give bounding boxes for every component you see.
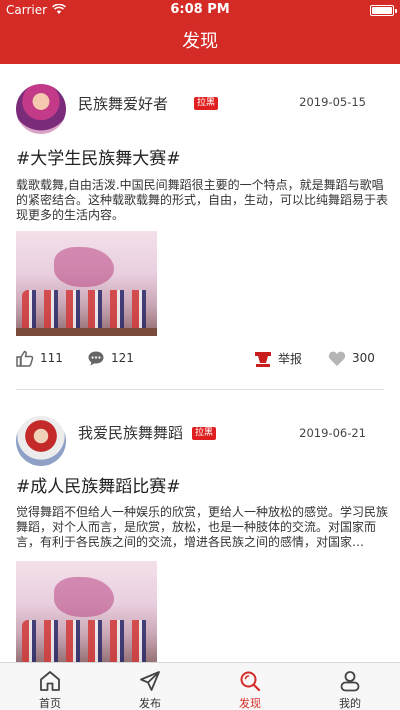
status-time: 6:08 PM: [170, 2, 230, 17]
tab-publish-label: 发布: [139, 697, 161, 710]
search-icon: [240, 671, 261, 692]
photo-backdrop: [54, 577, 114, 617]
tab-mine-label: 我的: [339, 697, 361, 710]
tab-mine[interactable]: 我的: [300, 663, 400, 710]
photo-stage: [16, 328, 157, 336]
report-icon: [255, 352, 271, 367]
comment-button[interactable]: 121: [87, 350, 134, 367]
home-icon: [40, 671, 60, 691]
tab-home[interactable]: 首页: [0, 663, 100, 710]
photo-dancers: [22, 620, 152, 662]
avatar[interactable]: [16, 416, 66, 466]
photo-backdrop: [54, 247, 114, 287]
post-photo[interactable]: [16, 561, 157, 662]
post-body: 觉得舞蹈不但给人一种娱乐的欣赏，更给人一种放松的感觉。学习民族舞蹈，对个人而言，…: [16, 505, 388, 549]
post-photo[interactable]: [16, 231, 157, 336]
post-actions: 111 121 举报 300: [0, 346, 400, 376]
post-date: 2019-06-21: [299, 426, 366, 440]
like-button[interactable]: 111: [16, 350, 63, 367]
like-count: 111: [40, 351, 63, 365]
thumbs-up-icon: [16, 350, 34, 367]
favorite-button[interactable]: 300: [328, 350, 375, 367]
heart-icon: [328, 351, 346, 366]
comment-count: 121: [111, 351, 134, 365]
comment-icon: [88, 351, 104, 366]
discover-feed[interactable]: 民族舞爱好者 拉黑 2019-05-15 #大学生民族舞大赛# 载歌载舞,自由活…: [0, 64, 400, 662]
tab-publish[interactable]: 发布: [100, 663, 200, 710]
tab-discover[interactable]: 发现: [200, 663, 300, 710]
favorite-count: 300: [352, 351, 375, 365]
post-topic[interactable]: #大学生民族舞大赛#: [16, 144, 181, 169]
tab-home-label: 首页: [39, 697, 61, 710]
bottom-tab-bar: 首页 发布 发现 我的: [0, 662, 400, 710]
post-username[interactable]: 民族舞爱好者: [78, 93, 168, 114]
post-topic[interactable]: #成人民族舞蹈比赛#: [16, 472, 181, 497]
report-label: 举报: [278, 352, 303, 366]
page-title: 发现: [0, 20, 400, 64]
block-button[interactable]: 拉黑: [194, 97, 219, 110]
post-username[interactable]: 我爱民族舞舞蹈: [78, 422, 183, 443]
report-button[interactable]: 举报: [254, 350, 302, 368]
send-icon: [140, 671, 160, 691]
profile-icon: [340, 671, 360, 692]
avatar[interactable]: [16, 84, 66, 134]
post-date: 2019-05-15: [299, 95, 366, 109]
battery-icon: [370, 5, 397, 16]
post-divider: [16, 389, 384, 390]
post-body: 载歌载舞,自由活泼.中国民间舞蹈很主要的一个特点，就是舞蹈与歌唱的紧密结合。这种…: [16, 178, 388, 222]
block-button[interactable]: 拉黑: [192, 427, 217, 440]
status-bar: Carrier 6:08 PM: [0, 0, 400, 20]
photo-dancers: [22, 290, 152, 332]
tab-discover-label: 发现: [239, 697, 261, 710]
